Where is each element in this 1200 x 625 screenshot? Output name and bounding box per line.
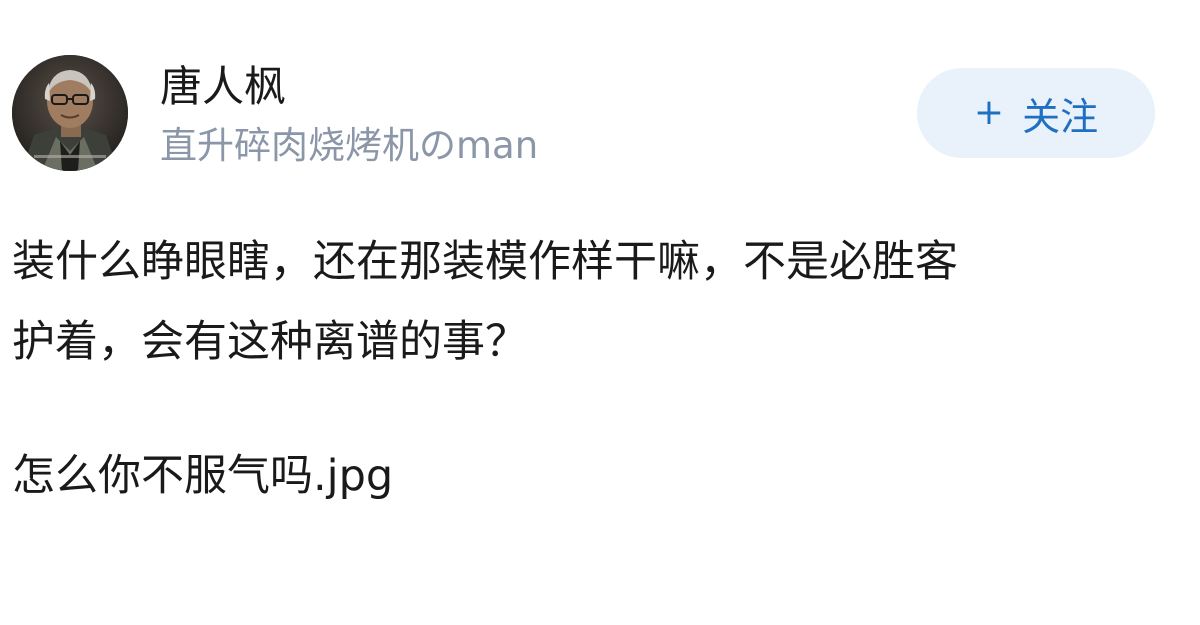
- avatar[interactable]: [12, 55, 128, 171]
- post-body: 装什么睁眼瞎，还在那装模作样干嘛，不是必胜客 护着，会有这种离谱的事？ 怎么你不…: [12, 222, 1188, 516]
- post-text-line-1: 装什么睁眼瞎，还在那装模作样干嘛，不是必胜客: [12, 237, 958, 287]
- post-card: 唐人枫 直升碎肉烧烤机のman + 关注 装什么睁眼瞎，还在那装模作样干嘛，不是…: [0, 0, 1200, 625]
- plus-icon: +: [973, 92, 1005, 133]
- follow-button[interactable]: + 关注: [917, 68, 1155, 158]
- user-info: 唐人枫 直升碎肉烧烤机のman: [160, 59, 538, 171]
- post-header: 唐人枫 直升碎肉烧烤机のman + 关注: [12, 55, 1188, 175]
- post-caption: 怎么你不服气吗.jpg: [12, 451, 394, 501]
- follow-label: 关注: [1022, 94, 1099, 139]
- username[interactable]: 唐人枫: [160, 59, 538, 115]
- post-text-line-2: 护着，会有这种离谱的事？: [12, 317, 528, 367]
- avatar-image: [12, 55, 128, 171]
- user-tagline: 直升碎肉烧烤机のman: [160, 124, 539, 167]
